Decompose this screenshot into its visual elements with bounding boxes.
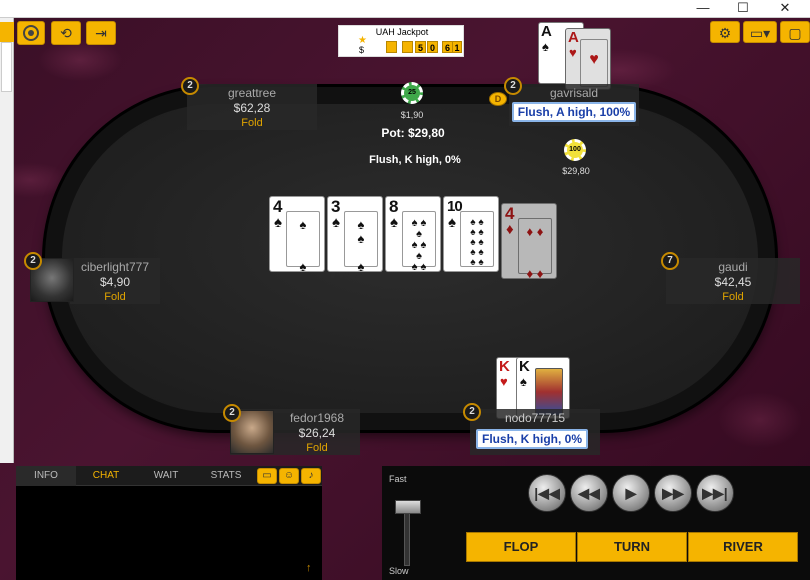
fast-forward-icon[interactable]: ▶▶ (654, 474, 692, 512)
window-titlebar: — ☐ ✕ (0, 0, 810, 18)
skip-to-end-icon[interactable]: ▶▶| (696, 474, 734, 512)
lobby-edge-panel (0, 18, 14, 463)
pot-label: Pot: $29,80 (381, 126, 445, 140)
player-seat-ciberlight777[interactable]: ciberlight777 $4,90 Fold (70, 258, 160, 304)
jackpot-digit: 1 (452, 41, 462, 53)
scrollbar[interactable] (1, 42, 12, 92)
player-stack: $4,90 (99, 275, 131, 289)
card-rank: K (519, 358, 530, 375)
board-card: 8 ♠ ♠ ♠ ♠ ♠ ♠ ♠ ♠ ♠ (385, 196, 441, 273)
card-rank: 4 (505, 204, 515, 223)
emoji-icon[interactable]: ☺ (279, 468, 299, 484)
maximize-button[interactable]: ☐ (728, 0, 758, 18)
tab-chat[interactable]: CHAT (76, 466, 136, 486)
skip-to-start-icon[interactable]: |◀◀ (528, 474, 566, 512)
jackpot-digit (402, 41, 413, 53)
card-pips: ♥ (580, 39, 608, 87)
dealer-button: D (489, 92, 507, 106)
window-layout-icon[interactable]: ▭▾ (743, 21, 777, 43)
spade-icon: ♠ (332, 214, 340, 231)
player-name: ciberlight777 (80, 260, 150, 274)
player-level-badge: 7 (661, 252, 679, 270)
board-card: 3 ♠ ♠ ♠ ♠ (327, 196, 383, 274)
hand-note: Flush, K high, 0% (369, 154, 461, 166)
card-rank: 8 (389, 197, 399, 216)
spade-icon: ♠ (542, 39, 549, 54)
side-tab[interactable] (0, 22, 14, 42)
card-rank: 3 (331, 197, 341, 216)
player-seat-gaudi[interactable]: gaudi $42,45 Fold (666, 258, 800, 304)
player-level-badge: 2 (463, 403, 481, 421)
spade-icon: ♠ (448, 214, 456, 231)
speed-fast-label: Fast (389, 474, 407, 484)
sound-icon[interactable]: ♪ (301, 468, 321, 484)
player-status: Fold (241, 117, 263, 129)
board-card: 10 ♠ ♠ ♠ ♠ ♠ ♠ ♠ ♠ ♠ ♠ ♠ (443, 196, 499, 272)
panel-tabs: INFO CHAT WAIT STATS ▭ ☺ ♪ (16, 466, 322, 486)
tab-wait[interactable]: WAIT (136, 466, 196, 486)
jackpot-digit: 0 (427, 41, 438, 53)
poker-chip-icon[interactable] (17, 21, 45, 45)
player-name: nodo77715 (504, 411, 566, 425)
scroll-up-icon[interactable]: ↑ (306, 562, 312, 574)
chip-amount: $29,80 (562, 166, 590, 176)
play-icon[interactable]: ▶ (612, 474, 650, 512)
player-name: gaudi (718, 260, 748, 274)
player-level-badge: 2 (504, 77, 522, 95)
player-stack: $62,28 (233, 101, 271, 115)
spade-icon: ♠ (520, 374, 527, 389)
hand-result: Flush, A high, 100% (512, 102, 636, 122)
card-pips: ♦ ♦ ♦ ♦ (518, 218, 552, 281)
tab-stats[interactable]: STATS (196, 466, 256, 486)
jackpot-widget: UAH Jackpot ★ $ 5 0 6 1 6 (338, 25, 464, 57)
player-status: Fold (722, 291, 744, 303)
speed-slider-handle[interactable] (395, 500, 421, 514)
player-name: greattree (227, 86, 277, 100)
speed-slow-label: Slow (389, 566, 409, 576)
river-button[interactable]: RIVER (688, 532, 798, 562)
refresh-icon[interactable]: ⟲ (51, 21, 81, 45)
spade-icon: ♠ (390, 214, 398, 231)
rewind-icon[interactable]: ◀◀ (570, 474, 608, 512)
card-rank: A (541, 23, 552, 40)
minimize-button[interactable]: — (688, 0, 718, 18)
hand-result: Flush, K high, 0% (476, 429, 588, 449)
hole-card: A ♥ ♥ (565, 28, 611, 90)
card-rank: A (568, 29, 579, 46)
player-level-badge: 2 (181, 77, 199, 95)
jackpot-digit: 5 (415, 41, 426, 53)
gear-icon[interactable]: ⚙ (710, 21, 740, 43)
player-status: Fold (104, 291, 126, 303)
card-rank: 4 (273, 197, 283, 216)
turn-button[interactable]: TURN (577, 532, 687, 562)
chip-stack-icon: 25 (401, 82, 423, 104)
heart-icon: ♥ (569, 45, 577, 60)
jackpot-currency: $ (359, 45, 365, 55)
close-button[interactable]: ✕ (770, 0, 800, 18)
exit-icon[interactable]: ⇥ (86, 21, 116, 45)
player-level-badge: 2 (223, 404, 241, 422)
player-level-badge: 2 (24, 252, 42, 270)
chip-amount: $1,90 (400, 110, 424, 120)
jackpot-digit (386, 41, 397, 53)
player-stack: $42,45 (714, 275, 752, 289)
board-card: 4 ♦ ♦ ♦ ♦ ♦ (501, 203, 557, 281)
window-icon[interactable]: ▢ (780, 21, 810, 43)
card-rank: K (499, 358, 510, 375)
player-seat-greattree[interactable]: greattree $62,28 Fold (187, 84, 317, 130)
flop-button[interactable]: FLOP (466, 532, 576, 562)
spade-icon: ♠ (274, 214, 282, 231)
heart-icon: ♥ (500, 374, 508, 389)
tab-info[interactable]: INFO (16, 466, 76, 486)
chip-stack-icon: 100 (564, 139, 586, 161)
player-name: gavrisald (549, 86, 599, 100)
card-pips: ♠ ♠ ♠ (344, 211, 378, 274)
diamond-icon: ♦ (506, 221, 514, 238)
board-card: 4 ♠ ♠ ♠ (269, 196, 325, 274)
card-pips: ♠ ♠ ♠ ♠ ♠ ♠ ♠ ♠ ♠ ♠ (460, 211, 494, 268)
card-pips: ♠ ♠ ♠ ♠ ♠ ♠ ♠ ♠ (402, 211, 436, 273)
card-pips: ♠ ♠ (286, 211, 320, 274)
chat-bubble-icon[interactable]: ▭ (257, 468, 277, 484)
